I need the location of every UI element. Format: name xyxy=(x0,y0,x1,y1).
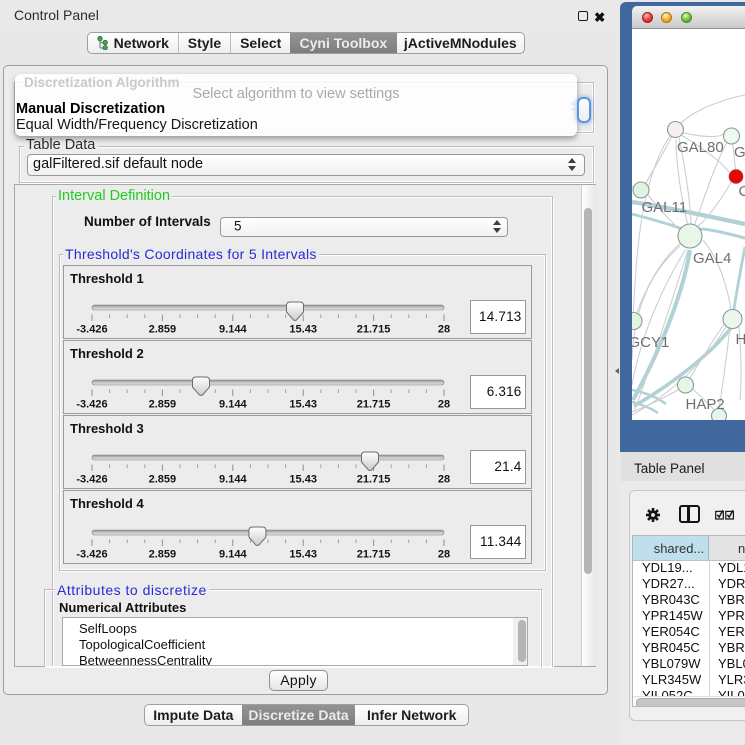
svg-text:HAP2: HAP2 xyxy=(686,396,725,413)
svg-text:15.43: 15.43 xyxy=(289,549,317,561)
svg-text:9.144: 9.144 xyxy=(219,474,247,486)
svg-text:-3.426: -3.426 xyxy=(76,474,107,486)
svg-text:28: 28 xyxy=(438,549,450,561)
svg-text:HA: HA xyxy=(736,331,745,348)
svg-text:2.859: 2.859 xyxy=(149,324,177,336)
svg-text:2.859: 2.859 xyxy=(149,399,177,411)
svg-text:9.144: 9.144 xyxy=(219,549,247,561)
svg-text:28: 28 xyxy=(438,474,450,486)
svg-text:-3.426: -3.426 xyxy=(76,549,107,561)
svg-text:9.144: 9.144 xyxy=(219,399,247,411)
svg-text:2.859: 2.859 xyxy=(149,474,177,486)
svg-text:21.715: 21.715 xyxy=(357,399,391,411)
svg-text:21.715: 21.715 xyxy=(357,324,391,336)
svg-text:-3.426: -3.426 xyxy=(76,399,107,411)
svg-text:C: C xyxy=(739,183,745,200)
svg-text:28: 28 xyxy=(438,399,450,411)
svg-text:21.715: 21.715 xyxy=(357,549,391,561)
svg-text:GAL80: GAL80 xyxy=(677,139,724,156)
svg-text:GAL4: GAL4 xyxy=(693,250,731,267)
svg-text:15.43: 15.43 xyxy=(289,399,317,411)
svg-text:2.859: 2.859 xyxy=(149,549,177,561)
svg-text:9.144: 9.144 xyxy=(219,324,247,336)
svg-text:GA: GA xyxy=(734,144,745,161)
svg-text:21.715: 21.715 xyxy=(357,474,391,486)
svg-text:15.43: 15.43 xyxy=(289,324,317,336)
svg-text:GCY1: GCY1 xyxy=(632,334,669,351)
svg-text:-3.426: -3.426 xyxy=(76,324,107,336)
svg-text:28: 28 xyxy=(438,324,450,336)
svg-text:GAL11: GAL11 xyxy=(642,199,688,216)
svg-text:15.43: 15.43 xyxy=(289,474,317,486)
